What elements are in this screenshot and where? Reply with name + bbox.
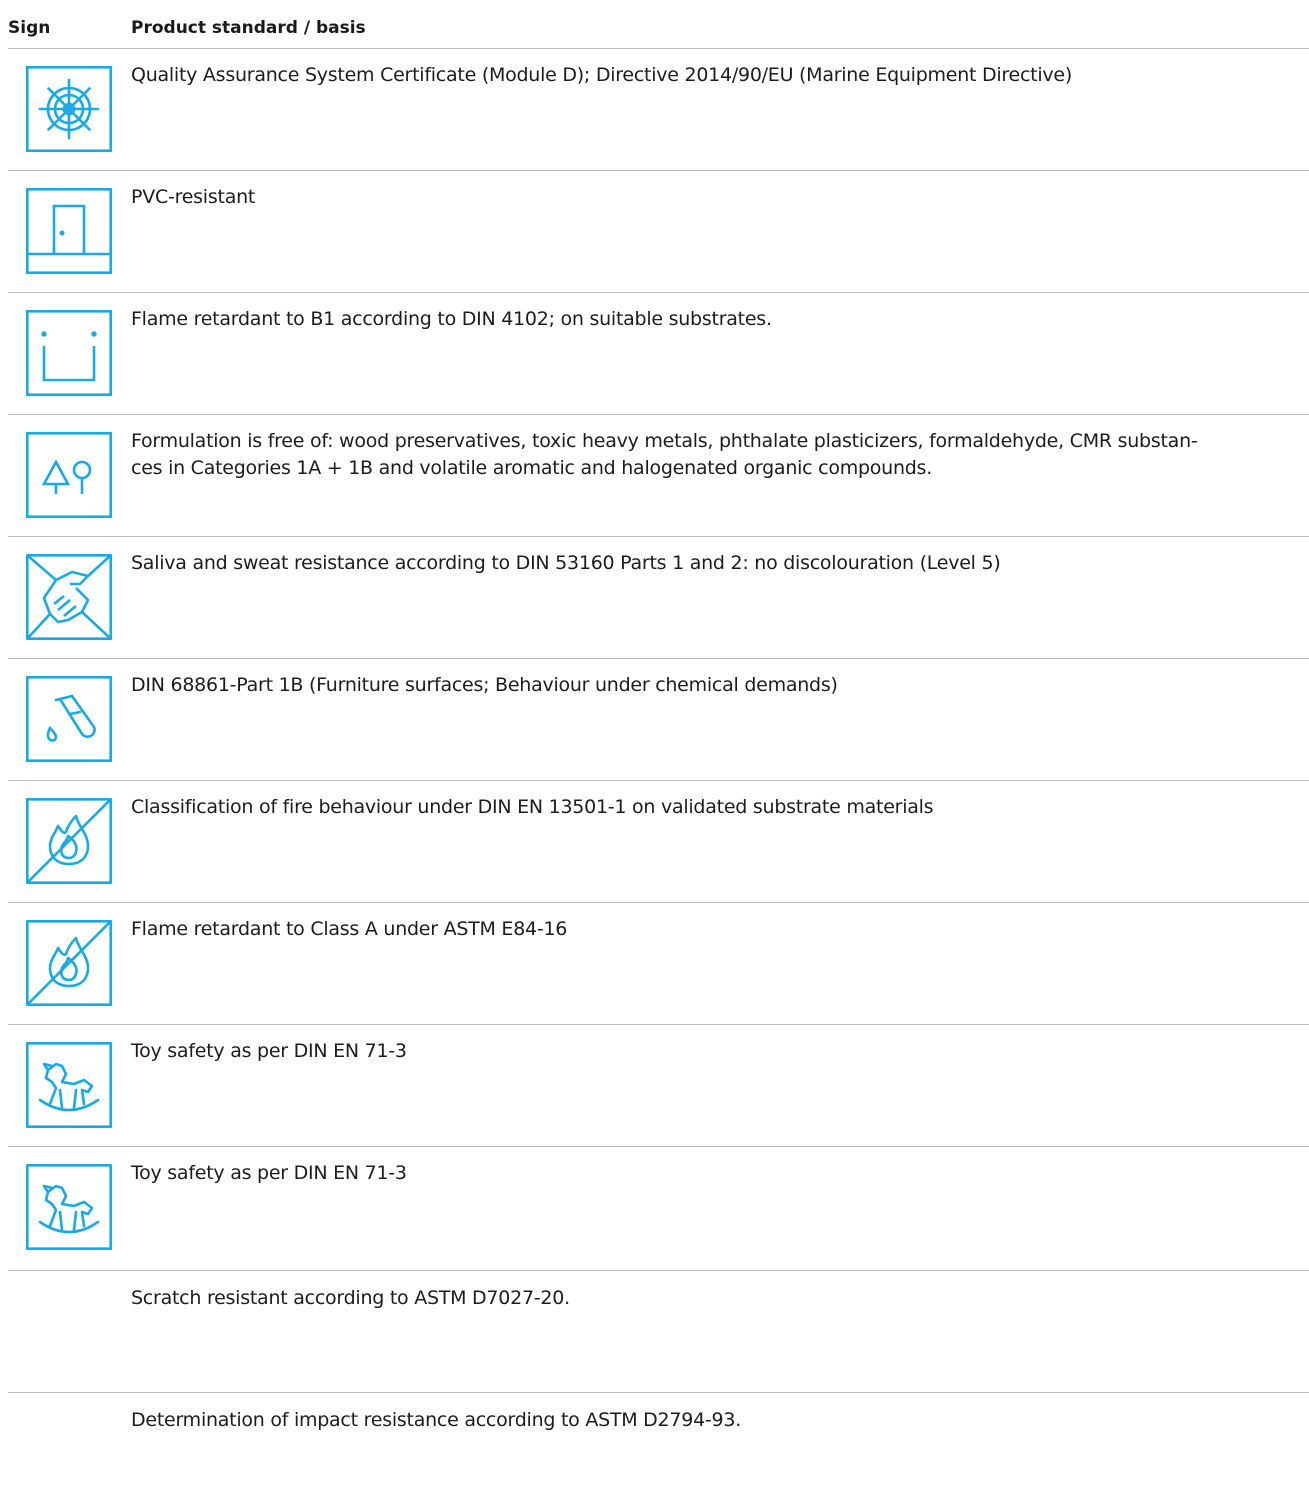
table-row: Scratch resistant according to ASTM D702… <box>8 1270 1309 1393</box>
row-text: Quality Assurance System Certificate (Mo… <box>131 64 1073 86</box>
row-text: Formulation is free of: wood preservativ… <box>131 430 1198 479</box>
table-row: PVC-resistant <box>8 170 1309 293</box>
row-text: PVC-resistant <box>131 186 256 208</box>
handshake-icon <box>26 554 112 640</box>
table-row: Flame retardant to B1 according to DIN 4… <box>8 292 1309 415</box>
table-row: Flame retardant to Class A under ASTM E8… <box>8 902 1309 1025</box>
door-icon <box>26 188 112 274</box>
row-text: Toy safety as per DIN EN 71-3 <box>131 1040 407 1062</box>
no-fire-icon <box>26 798 112 884</box>
table-row: Formulation is free of: wood preservativ… <box>8 414 1309 537</box>
column-header-basis: Product standard / basis <box>131 18 366 38</box>
ship-wheel-icon <box>26 66 112 152</box>
row-text: Classification of fire behaviour under D… <box>131 796 934 818</box>
test-tube-icon <box>26 676 112 762</box>
table-row: Classification of fire behaviour under D… <box>8 780 1309 903</box>
no-fire-icon <box>26 920 112 1006</box>
table-row: Quality Assurance System Certificate (Mo… <box>8 48 1309 171</box>
trees-icon <box>26 432 112 518</box>
table-row: Saliva and sweat resistance according to… <box>8 536 1309 659</box>
table-row: Determination of impact resistance accor… <box>8 1392 1309 1507</box>
row-text: Flame retardant to B1 according to DIN 4… <box>131 308 772 330</box>
row-text: Determination of impact resistance accor… <box>131 1409 741 1431</box>
row-text: DIN 68861-Part 1B (Furniture surfaces; B… <box>131 674 838 696</box>
table-row: DIN 68861-Part 1B (Furniture surfaces; B… <box>8 658 1309 781</box>
table-header: Sign Product standard / basis <box>0 0 1309 48</box>
row-text: Saliva and sweat resistance according to… <box>131 552 1001 574</box>
cup-icon <box>26 310 112 396</box>
column-header-sign: Sign <box>8 18 51 38</box>
table-row: Toy safety as per DIN EN 71-3 <box>8 1024 1309 1147</box>
table-row: Toy safety as per DIN EN 71-3 <box>8 1146 1309 1269</box>
rocking-horse-icon <box>26 1164 112 1250</box>
row-text: Flame retardant to Class A under ASTM E8… <box>131 918 568 940</box>
row-text: Scratch resistant according to ASTM D702… <box>131 1287 570 1309</box>
rocking-horse-icon <box>26 1042 112 1128</box>
row-text: Toy safety as per DIN EN 71-3 <box>131 1162 407 1184</box>
